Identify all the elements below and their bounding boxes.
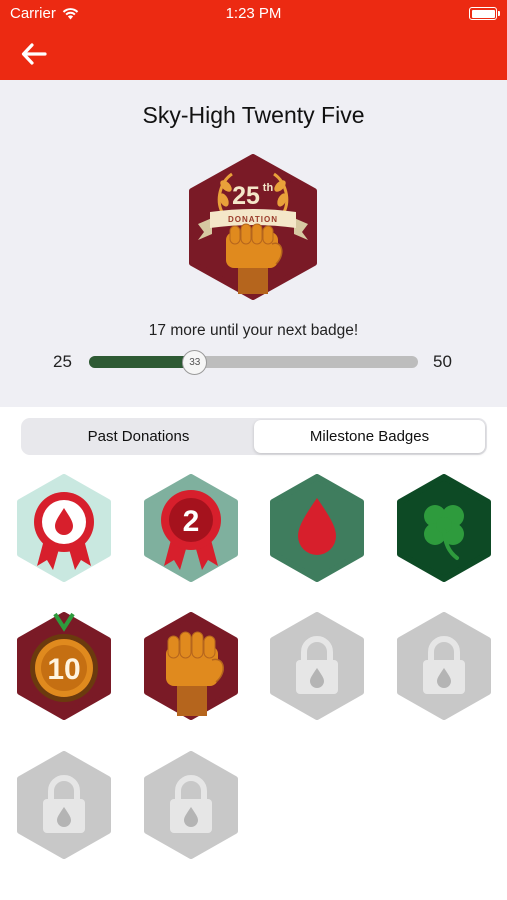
badge-locked[interactable]	[395, 612, 493, 720]
badge-second-donation[interactable]: 2	[142, 474, 240, 582]
badge-tenth-donation[interactable]: 10	[15, 612, 113, 720]
badge-number-ten: 10	[47, 653, 80, 686]
hero-number: 25	[232, 182, 260, 210]
locked-badge-icon	[17, 751, 111, 859]
badge-locked[interactable]	[142, 751, 240, 859]
status-bar: Carrier 1:23 PM	[0, 0, 507, 28]
badge-raised-fist[interactable]	[142, 612, 240, 720]
badge-locked[interactable]	[15, 751, 113, 859]
locked-badge-icon	[144, 751, 238, 859]
next-badge-text: 17 more until your next badge!	[148, 322, 359, 339]
second-donation-ribbon-icon: 2	[144, 474, 238, 582]
ten-medal-icon: 10	[17, 612, 111, 720]
blood-drop-icon	[270, 474, 364, 582]
twenty-fifth-donation-badge-icon: 25 th DONATION	[189, 154, 317, 300]
locked-badge-icon	[270, 612, 364, 720]
badge-number-two: 2	[183, 505, 200, 538]
hero-ribbon-text: DONATION	[228, 215, 278, 224]
arrow-left-icon	[21, 43, 47, 65]
badge-locked[interactable]	[268, 612, 366, 720]
tab-past-donations[interactable]: Past Donations	[23, 420, 254, 453]
donations-badges-segmented-control: Past Donations Milestone Badges	[21, 418, 487, 455]
raised-fist-icon	[144, 612, 238, 720]
progress-max-label: 50	[433, 352, 452, 371]
battery-icon	[469, 7, 500, 20]
four-leaf-clover-icon	[397, 474, 491, 582]
hero-suffix: th	[263, 182, 274, 194]
back-button[interactable]	[18, 38, 50, 70]
tab-milestone-badges[interactable]: Milestone Badges	[254, 420, 485, 453]
first-donation-ribbon-icon	[17, 474, 111, 582]
progress-min-label: 25	[53, 352, 72, 371]
progress-current-indicator: 33	[182, 350, 208, 375]
badge-first-donation[interactable]	[15, 474, 113, 582]
badge-four-leaf-clover[interactable]	[395, 474, 493, 582]
status-time: 1:23 PM	[225, 5, 282, 22]
page-title: Sky-High Twenty Five	[142, 102, 365, 128]
badge-blood-drop[interactable]	[268, 474, 366, 582]
badge-detail-header: Sky-High Twenty Five 25 th DONATION 17 m…	[0, 80, 507, 407]
navigation-bar	[0, 28, 507, 80]
badge-progress-bar: 33	[89, 350, 418, 375]
badge-progress-fill	[89, 356, 195, 368]
locked-badge-icon	[397, 612, 491, 720]
